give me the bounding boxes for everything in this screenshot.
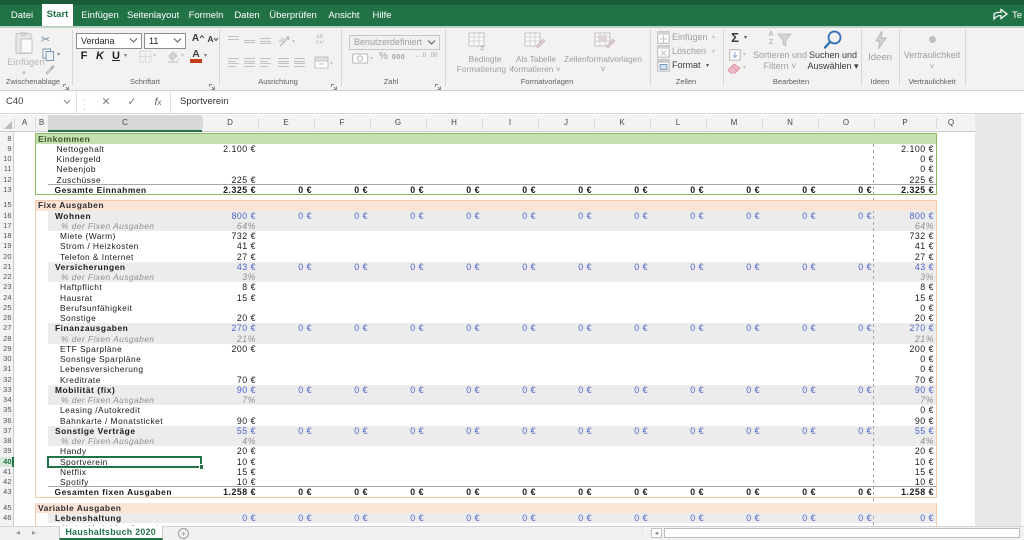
svg-text:ab: ab <box>279 38 286 44</box>
svg-text:≠: ≠ <box>480 43 485 52</box>
